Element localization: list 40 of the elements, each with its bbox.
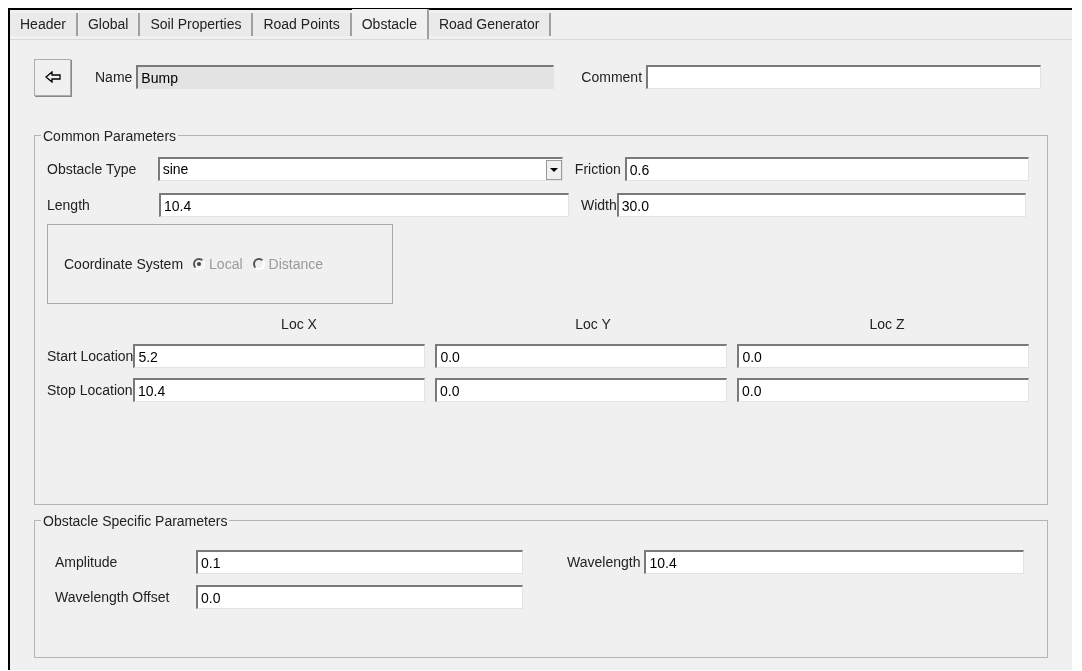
tab[interactable]: Obstacle [351,9,429,39]
field-label: Length [47,195,91,215]
tab[interactable]: Road Points [253,13,352,36]
input-field[interactable]: 0.0 [435,344,728,368]
input-field[interactable]: 0.0 [737,378,1029,402]
tab[interactable]: Global [77,13,141,36]
field-label: Amplitude [55,552,119,572]
input-field[interactable]: 0.0 [196,585,523,609]
input-field[interactable]: 10.4 [133,378,425,402]
field-label: Start Location [47,346,134,366]
column-header: Loc Z [868,315,906,334]
field-label: Wavelength [567,554,641,570]
dropdown[interactable]: sine [157,157,563,181]
caret-icon [549,167,558,172]
field-label: Name [95,69,133,85]
dropdown-arrow-button[interactable] [545,159,562,180]
field-label: Wavelength Offset [55,587,171,607]
input-field[interactable]: 10.4 [159,193,569,217]
input-field[interactable]: 30.0 [616,193,1026,217]
input-field[interactable]: 0.1 [196,550,523,574]
column-header: Loc Y [574,315,612,334]
field-label: Stop Location [47,380,133,400]
dropdown-value: sine [162,160,189,179]
input-field[interactable]: 5.2 [133,344,426,368]
input-field[interactable]: 0.0 [737,344,1030,368]
input-field[interactable]: 10.4 [644,550,1025,574]
field-label: Obstacle Type [47,159,138,179]
tab[interactable]: Soil Properties [140,13,254,36]
input-field[interactable] [646,65,1042,89]
back-button[interactable] [34,58,71,96]
field-label: Friction [574,161,621,177]
column-header: Loc X [280,315,318,334]
field-label: Comment [581,69,643,85]
left-arrow-icon [44,71,61,83]
tab[interactable]: Header [10,13,78,36]
field-label: Coordinate System [64,254,184,274]
input-field[interactable]: 0.0 [435,378,727,402]
field-label: Width [581,197,617,213]
input-field[interactable]: 0.6 [624,157,1029,181]
tab[interactable]: Road Generator [428,13,552,36]
